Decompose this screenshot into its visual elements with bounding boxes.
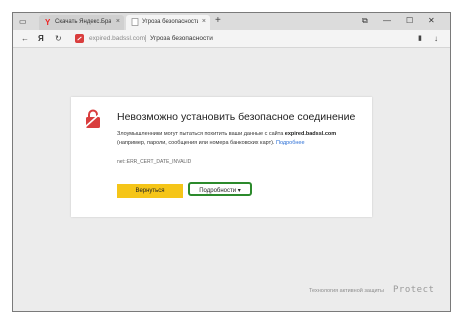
window-maximize-button[interactable]: ☐	[406, 15, 413, 27]
navigation-bar: ← Я ↻ expired.badssl.com Угроза безопасн…	[13, 30, 450, 48]
yandex-favicon-icon: Y	[45, 18, 51, 26]
back-icon[interactable]: ←	[21, 33, 29, 44]
url-text[interactable]: expired.badssl.com	[89, 33, 145, 44]
sidebar-toggle-icon[interactable]: ▭	[19, 17, 27, 27]
warning-description: Злоумышленники могут пытаться похитить в…	[117, 130, 362, 148]
new-tab-button[interactable]: +	[215, 15, 221, 27]
reload-icon[interactable]: ↻	[55, 33, 62, 44]
go-back-button[interactable]: Вернуться	[117, 184, 183, 198]
downloads-arrow-icon[interactable]: ↓	[434, 33, 438, 44]
address-divider	[145, 35, 146, 42]
svg-text:Y: Y	[45, 18, 51, 26]
warning-heading: Невозможно установить безопасное соедине…	[117, 111, 356, 123]
desc-prefix: Злоумышленники могут пытаться похитить в…	[117, 131, 285, 137]
browser-window: ▭ Y Скачать Яндекс.Браузер д × Угроза бе…	[12, 12, 451, 312]
tab-title: Скачать Яндекс.Браузер д	[55, 19, 111, 25]
window-close-button[interactable]: ✕	[428, 15, 435, 27]
security-warning-card: Невозможно установить безопасное соедине…	[71, 97, 372, 217]
tab-close-icon[interactable]: ×	[116, 17, 120, 27]
insecure-lock-icon[interactable]	[75, 34, 84, 43]
tab-close-icon[interactable]: ×	[202, 17, 206, 27]
tab-download-browser[interactable]: Y Скачать Яндекс.Браузер д ×	[39, 15, 124, 30]
yandex-home-icon[interactable]: Я	[38, 33, 44, 44]
downloads-icon[interactable]: ⧉	[362, 15, 368, 27]
broken-lock-icon	[83, 109, 103, 129]
desc-domain: expired.badssl.com	[284, 131, 337, 137]
bookmark-icon[interactable]: ▮	[418, 33, 422, 44]
more-info-link[interactable]: Подробнее	[276, 140, 305, 146]
tab-title: Угроза безопасности	[142, 19, 198, 25]
address-page-title: Угроза безопасности	[150, 35, 213, 42]
page-favicon-icon	[131, 18, 139, 26]
error-code: net::ERR_CERT_DATE_INVALID	[117, 159, 192, 165]
address-bar[interactable]: expired.badssl.com Угроза безопасности	[72, 32, 422, 45]
window-minimize-button[interactable]: —	[383, 15, 391, 27]
tab-security-threat[interactable]: Угроза безопасности ×	[126, 15, 210, 30]
details-button[interactable]: Подробности ▾	[188, 182, 252, 196]
protect-logo: Protect	[393, 285, 435, 295]
protect-description: Технология активной защиты	[309, 288, 385, 294]
tab-bar: ▭ Y Скачать Яндекс.Браузер д × Угроза бе…	[13, 13, 450, 30]
desc-suffix: (например, пароли, сообщения или номера …	[117, 140, 275, 146]
